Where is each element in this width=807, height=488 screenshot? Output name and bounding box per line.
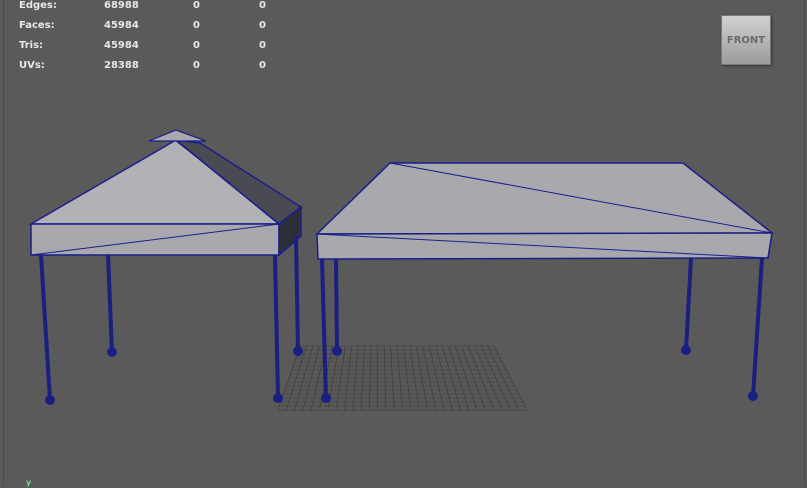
flat-tent-legs (320, 257, 764, 403)
hud-value: 68988 (104, 0, 139, 11)
viewcube-front-button[interactable]: FRONT (721, 15, 771, 65)
hud-label: Faces: (19, 20, 55, 31)
hud-value: 28388 (104, 60, 139, 71)
hud-value: 0 (259, 40, 266, 51)
pyramid-tent-model[interactable] (28, 129, 303, 405)
hud-value: 0 (259, 0, 266, 11)
pyramid-top-cap (148, 129, 207, 142)
3d-viewport[interactable]: Edges: 68988 0 0 Faces: 45984 0 0 Tris: … (0, 0, 807, 488)
hud-label: UVs: (19, 60, 45, 71)
hud-value: 0 (193, 40, 200, 51)
axis-y-indicator: y (26, 478, 32, 487)
ground-grid (277, 345, 528, 411)
hud-value: 45984 (104, 40, 139, 51)
hud-value: 0 (193, 0, 200, 11)
hud-value: 45984 (104, 20, 139, 31)
flat-tent-model[interactable] (315, 162, 775, 403)
scene-canvas[interactable] (0, 0, 807, 488)
hud-value: 0 (193, 60, 200, 71)
hud-label: Tris: (19, 40, 44, 51)
hud-label: Edges: (19, 0, 57, 11)
flat-canopy-top-face (315, 162, 775, 235)
pyramid-tent-legs (39, 235, 303, 405)
hud-value: 0 (259, 60, 266, 71)
hud-value: 0 (259, 20, 266, 31)
hud-value: 0 (193, 20, 200, 31)
